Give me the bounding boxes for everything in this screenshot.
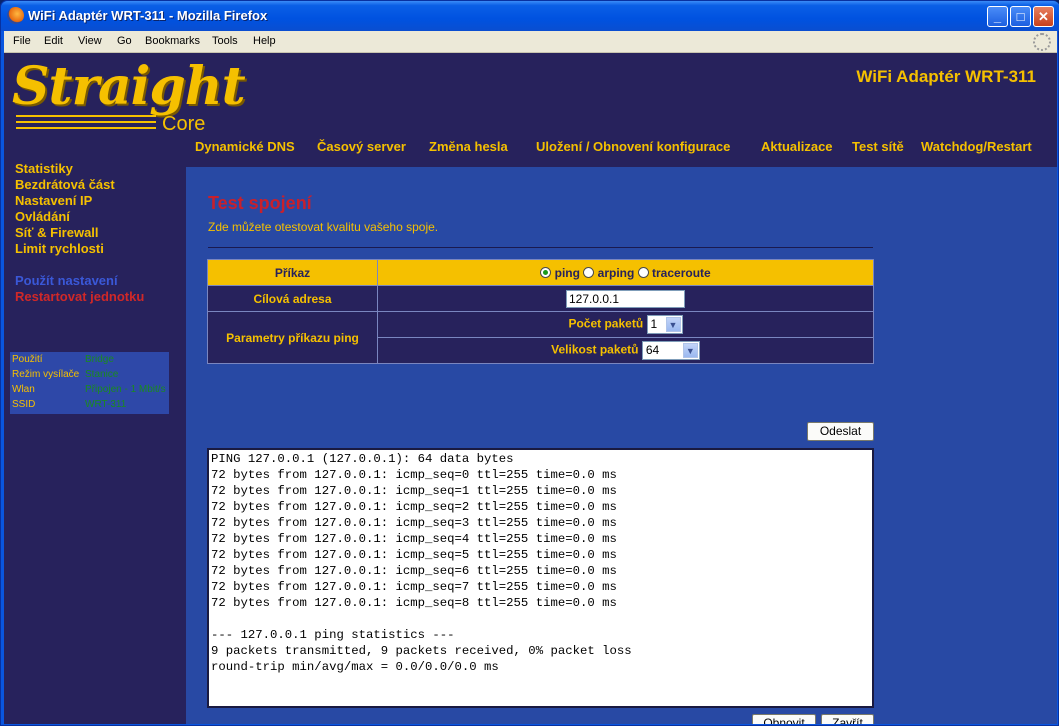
radio-traceroute[interactable] [637, 266, 649, 278]
sidebar-item-speed-limit[interactable]: Limit rychlosti [15, 241, 104, 256]
logo-line [16, 121, 156, 123]
web-page: Straight Core WiFi Adaptér WRT-311 Dynam… [4, 53, 1057, 724]
packet-size-select[interactable]: 64 ▼ [641, 341, 700, 360]
refresh-button[interactable]: Obnovit [752, 714, 816, 724]
straight-core-logo: Straight Core [12, 59, 246, 136]
packet-count-value: 1 [650, 317, 658, 331]
device-title: WiFi Adaptér WRT-311 [856, 67, 1036, 86]
logo-line [16, 127, 156, 129]
main-content: Test spojení Zde můžete otestovat kvalit… [186, 167, 1057, 724]
page-subtitle: Zde můžete otestovat kvalitu vašeho spoj… [208, 220, 439, 234]
radio-traceroute-label: traceroute [652, 265, 711, 280]
packet-size-value: 64 [645, 343, 660, 357]
target-label: Cílová adresa [207, 285, 378, 312]
target-cell: 127.0.0.1 [377, 285, 874, 312]
sidebar-item-ip-settings[interactable]: Nastavení IP [15, 193, 92, 208]
status-row: Použití Bridge [12, 354, 169, 369]
logo-text: Straight [12, 56, 246, 117]
throbber-icon [1033, 33, 1051, 51]
apply-settings-link[interactable]: Použít nastavení [15, 273, 118, 288]
sidebar-item-wireless[interactable]: Bezdrátová část [15, 177, 115, 192]
size-cell: Velikost paketů 64 ▼ [377, 337, 874, 364]
menu-go[interactable]: Go [117, 35, 132, 47]
status-value: Bridge [85, 354, 114, 365]
status-value: Stanice [85, 369, 119, 380]
close-window-button[interactable]: ✕ [1033, 6, 1054, 27]
nav-update[interactable]: Aktualizace [761, 139, 833, 154]
close-button[interactable]: Zavřít [821, 714, 874, 724]
status-row: Wlan Připojen - 1 Mbit/s [12, 384, 169, 399]
logo-subtext: Core [162, 113, 206, 135]
status-box: Použití Bridge Režim vysílače Stanice Wl… [10, 352, 169, 414]
restart-unit-link[interactable]: Restartovat jednotku [15, 289, 144, 304]
minimize-button[interactable]: _ [987, 6, 1008, 27]
radio-ping[interactable] [540, 266, 552, 278]
params-label: Parametry příkazu ping [207, 311, 378, 364]
test-form: Příkaz ping arping traceroute Cílová adr… [207, 259, 874, 364]
radio-arping[interactable] [583, 266, 595, 278]
status-key: Wlan [12, 384, 35, 395]
menu-bar: File Edit View Go Bookmarks Tools Help [4, 31, 1057, 53]
logo-line [16, 115, 156, 117]
firefox-icon [7, 7, 24, 24]
maximize-button[interactable]: □ [1010, 6, 1031, 27]
command-label: Příkaz [207, 259, 378, 286]
menu-file[interactable]: File [13, 35, 31, 47]
nav-network-test[interactable]: Test sítě [852, 139, 904, 154]
nav-time-server[interactable]: Časový server [317, 139, 406, 154]
nav-watchdog-restart[interactable]: Watchdog/Restart [921, 139, 1032, 154]
sidebar-item-network-firewall[interactable]: Síť & Firewall [15, 225, 99, 240]
status-key: Režim vysílače [12, 369, 80, 380]
status-value: WRT-311 [85, 399, 127, 410]
status-row: SSID WRT-311 [12, 399, 169, 414]
page-title: Test spojení [208, 193, 312, 213]
nav-change-password[interactable]: Změna hesla [429, 139, 508, 154]
status-row: Režim vysílače Stanice [12, 369, 169, 384]
packet-count-select[interactable]: 1 ▼ [646, 315, 683, 334]
menu-bookmarks[interactable]: Bookmarks [145, 35, 200, 47]
send-button[interactable]: Odeslat [807, 422, 874, 441]
nav-dynamic-dns[interactable]: Dynamické DNS [195, 139, 295, 154]
menu-edit[interactable]: Edit [44, 35, 63, 47]
chevron-down-icon: ▼ [665, 317, 681, 332]
sidebar-item-control[interactable]: Ovládání [15, 209, 70, 224]
browser-window: WiFi Adaptér WRT-311 - Mozilla Firefox _… [0, 0, 1059, 726]
sidebar-item-statistics[interactable]: Statistiky [15, 161, 73, 176]
radio-ping-label: ping [554, 265, 580, 280]
command-options: ping arping traceroute [377, 259, 874, 286]
status-key: Použití [12, 354, 43, 365]
radio-arping-label: arping [597, 265, 635, 280]
menu-tools[interactable]: Tools [212, 35, 238, 47]
chevron-down-icon: ▼ [682, 343, 698, 358]
menu-help[interactable]: Help [253, 35, 276, 47]
sidebar: Statistiky Bezdrátová část Nastavení IP … [4, 161, 185, 724]
menu-view[interactable]: View [78, 35, 102, 47]
status-value: Připojen - 1 Mbit/s [85, 384, 166, 395]
top-navigation: Dynamické DNS Časový server Změna hesla … [4, 139, 1057, 159]
status-key: SSID [12, 399, 36, 410]
target-address-input[interactable]: 127.0.0.1 [566, 289, 685, 308]
divider [208, 247, 873, 248]
window-title: WiFi Adaptér WRT-311 - Mozilla Firefox [28, 8, 268, 23]
command-output[interactable]: PING 127.0.0.1 (127.0.0.1): 64 data byte… [207, 448, 874, 708]
nav-save-restore-config[interactable]: Uložení / Obnovení konfigurace [536, 139, 730, 154]
size-label: Velikost paketů [551, 342, 639, 357]
title-bar: WiFi Adaptér WRT-311 - Mozilla Firefox _… [1, 1, 1059, 31]
count-cell: Počet paketů 1 ▼ [377, 311, 874, 338]
count-label: Počet paketů [568, 316, 644, 331]
